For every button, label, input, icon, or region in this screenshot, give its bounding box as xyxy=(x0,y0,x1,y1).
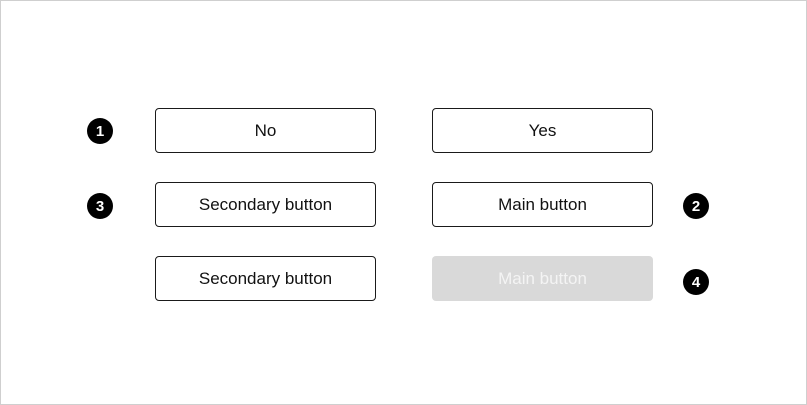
annotation-badge-1: 1 xyxy=(87,118,113,144)
yes-button[interactable]: Yes xyxy=(432,108,653,153)
annotation-badge-3: 3 xyxy=(87,193,113,219)
main-button[interactable]: Main button xyxy=(432,182,653,227)
annotation-badge-2: 2 xyxy=(683,193,709,219)
no-button[interactable]: No xyxy=(155,108,376,153)
annotation-badge-4: 4 xyxy=(683,269,709,295)
secondary-button[interactable]: Secondary button xyxy=(155,182,376,227)
secondary-button-alt[interactable]: Secondary button xyxy=(155,256,376,301)
canvas-frame: 1 No Yes 3 Secondary button Main button … xyxy=(0,0,807,405)
main-button-disabled: Main button xyxy=(432,256,653,301)
